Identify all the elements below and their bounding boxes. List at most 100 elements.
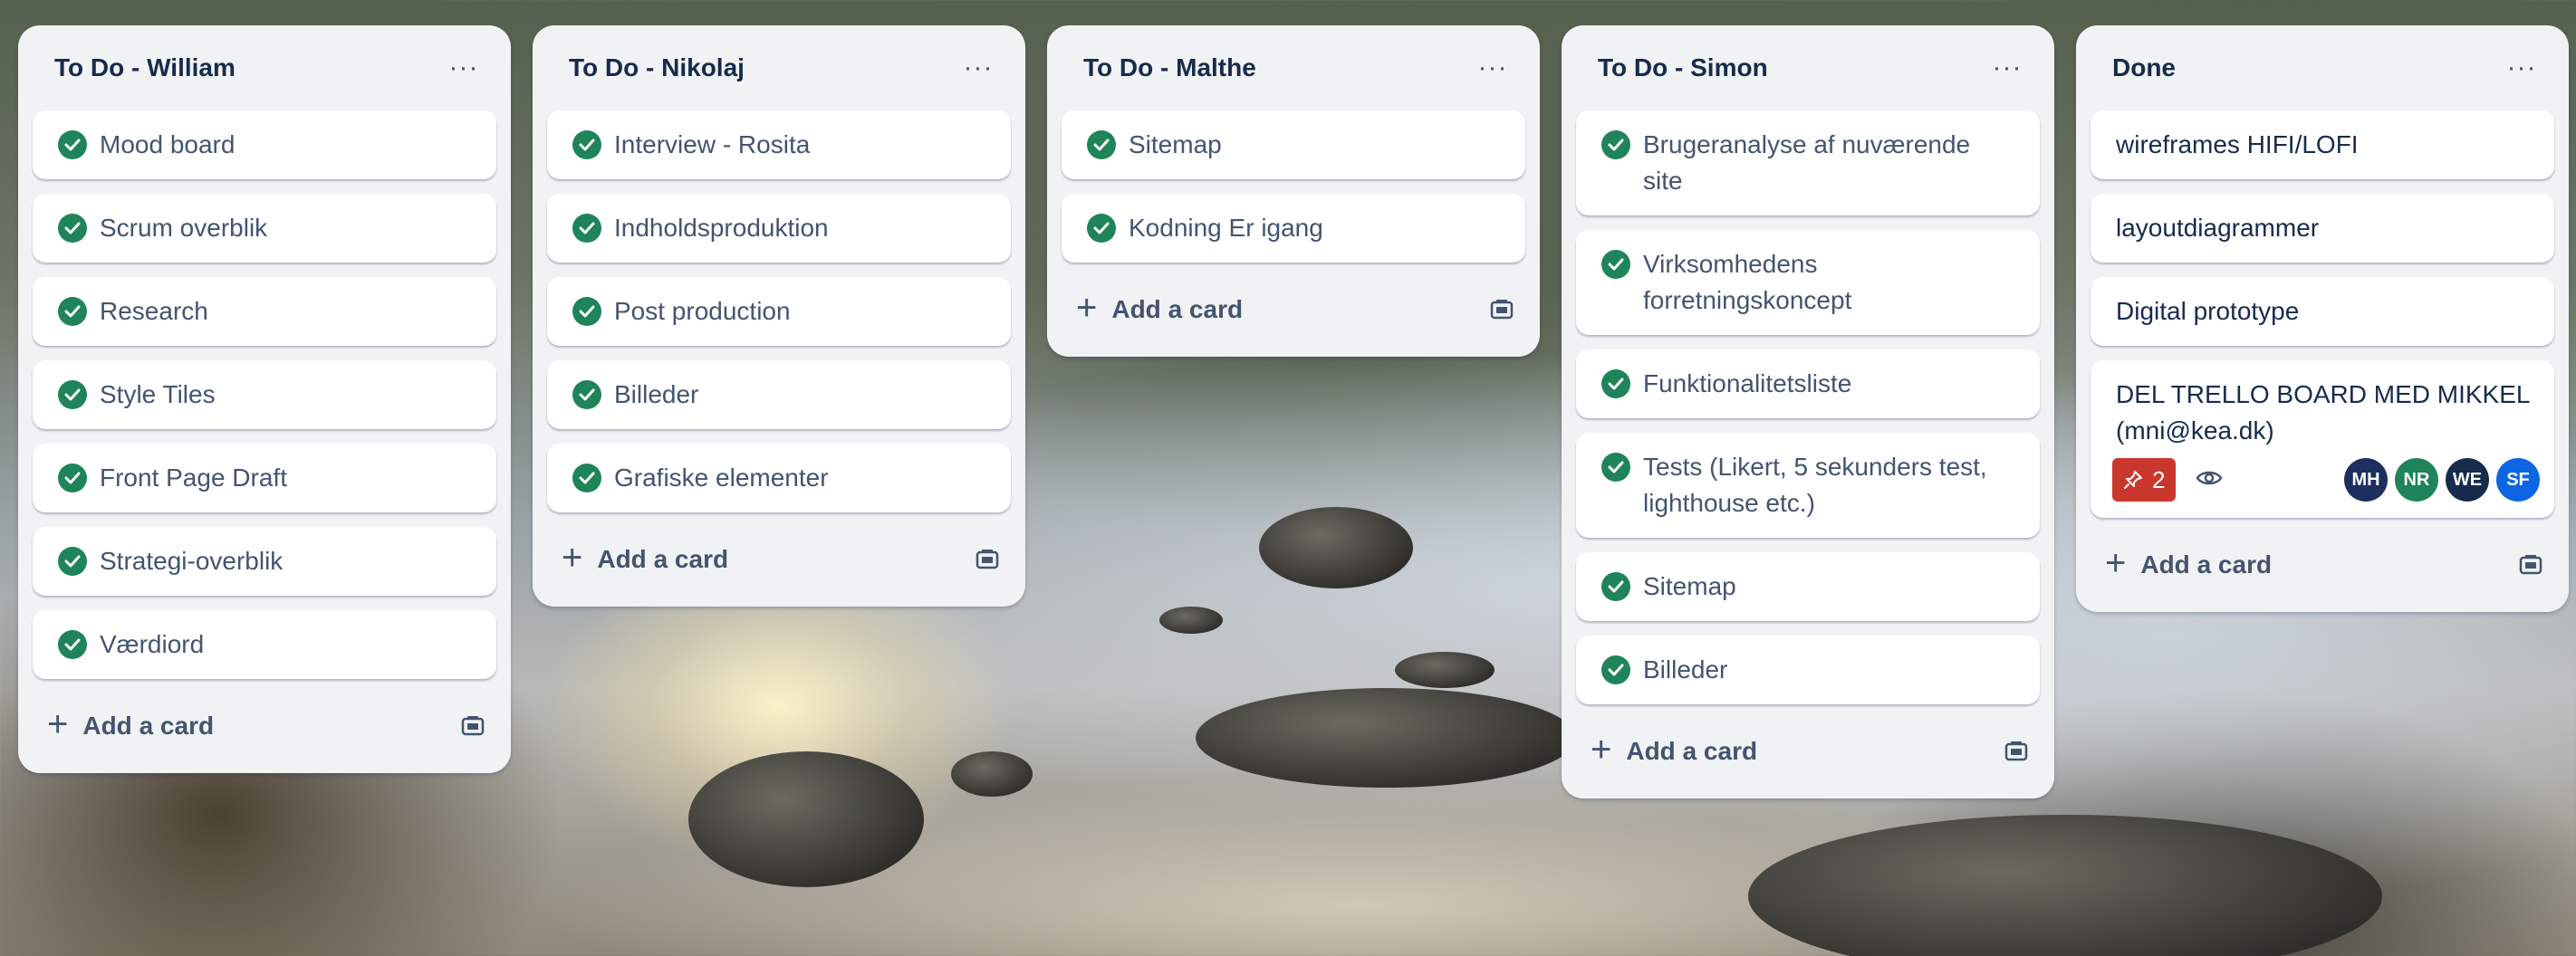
check-circle-icon xyxy=(1601,130,1630,159)
check-circle-icon xyxy=(58,130,87,159)
card[interactable]: Grafiske elementer xyxy=(547,444,1011,512)
check-circle-icon xyxy=(58,630,87,659)
card-title: Billeder xyxy=(614,380,699,408)
ellipsis-icon[interactable]: ··· xyxy=(953,43,1004,93)
card-title: Værdiord xyxy=(100,630,205,658)
add-card-button[interactable]: + Add a card xyxy=(1591,731,1758,768)
pin-badge[interactable]: 2 xyxy=(2112,458,2177,502)
add-card-row: + Add a card xyxy=(547,527,1011,592)
add-card-row: + Add a card xyxy=(33,693,496,759)
card-badges: 2 MH NR WE SF xyxy=(2112,458,2540,502)
avatar[interactable]: SF xyxy=(2496,458,2540,502)
card[interactable]: Sitemap xyxy=(1576,552,2040,621)
add-card-button[interactable]: + Add a card xyxy=(47,706,215,742)
card[interactable]: Værdiord xyxy=(33,610,496,679)
list-title: To Do - Nikolaj xyxy=(569,53,745,81)
card-title: Front Page Draft xyxy=(100,464,287,492)
add-card-row: + Add a card xyxy=(1062,277,1525,342)
ellipsis-icon[interactable]: ··· xyxy=(1467,43,1518,93)
list-header: To Do - Malthe ··· xyxy=(1062,25,1525,110)
card[interactable]: wireframes HIFI/LOFI xyxy=(2091,110,2554,179)
board-canvas: To Do - William ··· Mood board Scrum ove… xyxy=(0,0,2576,956)
card[interactable]: Virksomhedens forretningskoncept xyxy=(1576,230,2040,335)
card[interactable]: Scrum overblik xyxy=(33,194,496,263)
add-card-label: Add a card xyxy=(1626,737,1758,765)
card-title: Virksomhedens forretningskoncept xyxy=(1643,250,1852,314)
ellipsis-icon[interactable]: ··· xyxy=(1982,43,2033,93)
card-title: Sitemap xyxy=(1643,572,1736,600)
card[interactable]: Sitemap xyxy=(1062,110,1525,179)
list-header: To Do - William ··· xyxy=(33,25,496,110)
card[interactable]: DEL TRELLO BOARD MED MIKKEL (mni@kea.dk)… xyxy=(2091,360,2554,518)
badge-group: 2 xyxy=(2112,458,2223,502)
add-card-button[interactable]: + Add a card xyxy=(2105,545,2273,581)
card-title: Billeder xyxy=(1643,655,1728,684)
pin-icon xyxy=(2124,471,2142,489)
check-circle-icon xyxy=(58,214,87,243)
card-title: Mood board xyxy=(100,130,235,158)
avatar[interactable]: WE xyxy=(2446,458,2489,502)
card-template-icon[interactable] xyxy=(975,547,1000,572)
plus-icon: + xyxy=(1076,288,1098,328)
check-circle-icon xyxy=(1087,214,1116,243)
avatar[interactable]: NR xyxy=(2395,458,2438,502)
card[interactable]: Billeder xyxy=(547,360,1011,429)
card-title: Sitemap xyxy=(1129,130,1222,158)
card-title: Research xyxy=(100,297,208,325)
card-title: Strategi-overblik xyxy=(100,547,284,575)
check-circle-icon xyxy=(1601,369,1630,398)
card-template-icon[interactable] xyxy=(2518,552,2543,578)
check-circle-icon xyxy=(572,297,601,326)
card-title: wireframes HIFI/LOFI xyxy=(2116,130,2359,158)
ellipsis-icon[interactable]: ··· xyxy=(2496,43,2547,93)
check-circle-icon xyxy=(572,214,601,243)
card-template-icon[interactable] xyxy=(1489,297,1514,322)
card[interactable]: Style Tiles xyxy=(33,360,496,429)
card[interactable]: Brugeranalyse af nuværende site xyxy=(1576,110,2040,215)
plus-icon: + xyxy=(1591,730,1612,770)
list-header: Done ··· xyxy=(2091,25,2554,110)
card[interactable]: Interview - Rosita xyxy=(547,110,1011,179)
add-card-label: Add a card xyxy=(82,712,215,740)
card[interactable]: Front Page Draft xyxy=(33,444,496,512)
check-circle-icon xyxy=(572,380,601,409)
add-card-row: + Add a card xyxy=(1576,719,2040,784)
card[interactable]: layoutdiagrammer xyxy=(2091,194,2554,263)
card-title: Digital prototype xyxy=(2116,297,2300,325)
ellipsis-icon[interactable]: ··· xyxy=(438,43,489,93)
check-circle-icon xyxy=(58,297,87,326)
card-title: DEL TRELLO BOARD MED MIKKEL (mni@kea.dk) xyxy=(2116,380,2530,445)
list-william: To Do - William ··· Mood board Scrum ove… xyxy=(18,25,511,773)
avatar[interactable]: MH xyxy=(2344,458,2388,502)
card[interactable]: Digital prototype xyxy=(2091,277,2554,346)
plus-icon: + xyxy=(47,704,69,744)
plus-icon: + xyxy=(562,538,583,578)
list-header: To Do - Simon ··· xyxy=(1576,25,2040,110)
card[interactable]: Kodning Er igang xyxy=(1062,194,1525,263)
add-card-button[interactable]: + Add a card xyxy=(1076,288,1243,328)
card[interactable]: Research xyxy=(33,277,496,346)
badge-count: 2 xyxy=(2152,465,2166,493)
card[interactable]: Strategi-overblik xyxy=(33,527,496,596)
check-circle-icon xyxy=(1601,250,1630,279)
list-header: To Do - Nikolaj ··· xyxy=(547,25,1011,110)
card[interactable]: Mood board xyxy=(33,110,496,179)
check-circle-icon xyxy=(58,547,87,576)
card-template-icon[interactable] xyxy=(460,713,485,739)
card[interactable]: Funktionalitetsliste xyxy=(1576,349,2040,418)
add-card-button[interactable]: + Add a card xyxy=(562,538,728,578)
card-template-icon[interactable] xyxy=(2004,739,2029,764)
card[interactable]: Indholdsproduktion xyxy=(547,194,1011,263)
card-title: Tests (Likert, 5 sekunders test, lightho… xyxy=(1643,453,1987,517)
list-simon: To Do - Simon ··· Brugeranalyse af nuvær… xyxy=(1562,25,2054,798)
card[interactable]: Billeder xyxy=(1576,636,2040,704)
card-title: Scrum overblik xyxy=(100,214,268,242)
member-avatars: MH NR WE SF xyxy=(2344,458,2540,502)
check-circle-icon xyxy=(1601,655,1630,684)
list-nikolaj: To Do - Nikolaj ··· Interview - Rosita I… xyxy=(533,25,1025,607)
list-title: To Do - William xyxy=(54,53,235,81)
add-card-label: Add a card xyxy=(2140,550,2273,578)
card[interactable]: Post production xyxy=(547,277,1011,346)
card[interactable]: Tests (Likert, 5 sekunders test, lightho… xyxy=(1576,433,2040,538)
card-title: Style Tiles xyxy=(100,380,216,408)
